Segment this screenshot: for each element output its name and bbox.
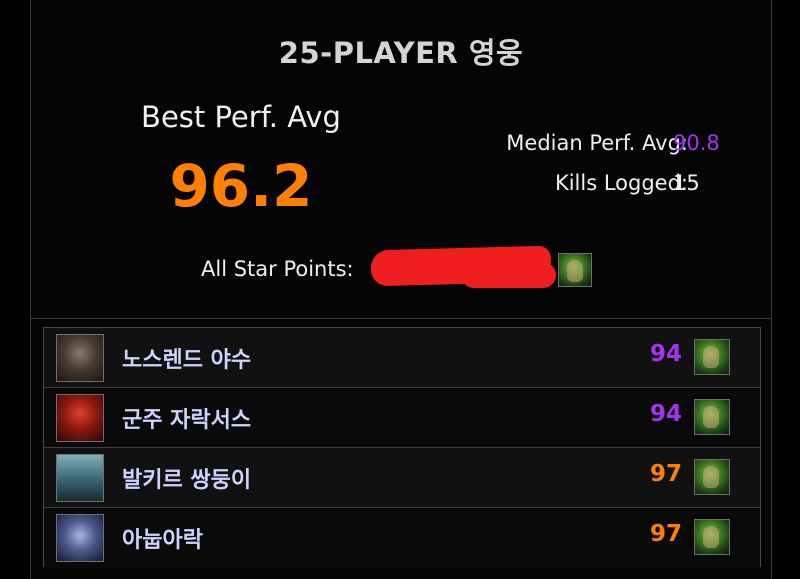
boss-name[interactable]: 아눕아락	[122, 522, 203, 554]
anubarak-icon	[56, 514, 104, 562]
redaction-mark-tail	[461, 262, 556, 288]
spec-portrait-icon	[694, 399, 730, 435]
boss-row[interactable]: 아눕아락 97	[44, 508, 760, 568]
boss-name[interactable]: 발키르 쌍둥이	[122, 462, 251, 494]
heroic-25-panel: 25-PLAYER 영웅 Best Perf. Avg 96.2 Median …	[30, 0, 772, 579]
best-perf-value: 96.2	[169, 152, 313, 220]
boss-row[interactable]: 노스렌드 야수 94	[44, 328, 760, 388]
boss-score: 94	[649, 341, 682, 367]
spec-portrait-icon	[694, 519, 730, 555]
median-perf-label: Median Perf. Avg:	[506, 131, 688, 155]
valkyr-twins-icon	[56, 454, 104, 502]
spec-portrait-icon	[558, 253, 592, 287]
boss-score: 94	[649, 401, 682, 427]
kills-logged-value: 15	[673, 171, 700, 195]
best-perf-label: Best Perf. Avg	[141, 100, 341, 134]
spec-portrait-icon	[694, 459, 730, 495]
boss-score: 97	[649, 521, 682, 547]
kills-logged-label: Kills Logged:	[554, 171, 688, 195]
all-star-points-label: All Star Points:	[201, 257, 354, 281]
boss-name[interactable]: 노스렌드 야수	[122, 342, 251, 374]
difficulty-title: 25-PLAYER 영웅	[278, 36, 524, 70]
boss-score: 97	[649, 461, 682, 487]
boss-name[interactable]: 군주 자락서스	[122, 402, 251, 434]
boss-ranking-table: 노스렌드 야수 94 군주 자락서스 94 발키르 쌍둥이 97 아눕아락 97	[43, 327, 761, 568]
median-perf-value: 90.8	[673, 131, 720, 155]
northrend-beasts-icon	[56, 334, 104, 382]
section-divider	[31, 318, 771, 319]
lord-jaraxxus-icon	[56, 394, 104, 442]
spec-portrait-icon	[694, 339, 730, 375]
boss-row[interactable]: 군주 자락서스 94	[44, 388, 760, 448]
boss-row[interactable]: 발키르 쌍둥이 97	[44, 448, 760, 508]
